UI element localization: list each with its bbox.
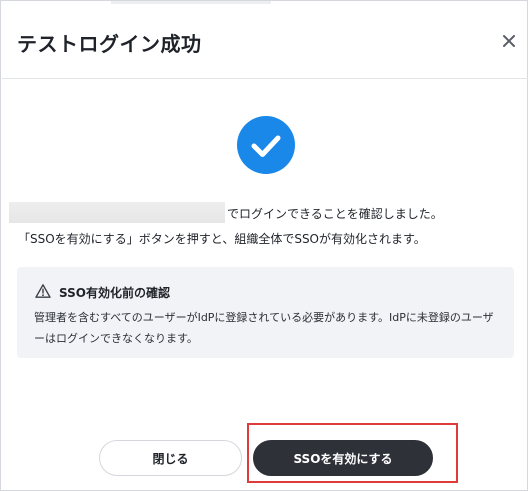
header-divider [2,78,528,79]
close-icon [503,35,515,47]
check-circle-icon [237,116,295,174]
message-line-1: でログインできることを確認しました。 [227,207,443,221]
dialog-title: テストログイン成功 [17,32,202,56]
enable-sso-button[interactable]: SSOを有効にする [253,440,433,476]
message-line-2: 「SSOを有効にする」ボタンを押すと、組織全体でSSOが有効化されます。 [18,232,426,246]
close-button[interactable] [498,30,520,52]
background-element [111,1,271,4]
dialog: テストログイン成功 でログインできることを確認しました。 「SSOを有効にする」… [0,0,528,491]
warning-icon [35,284,51,298]
close-dialog-button[interactable]: 閉じる [99,440,242,476]
notice-body: 管理者を含むすべてのユーザーがIdPに登録されている必要があります。IdPに未登… [34,311,494,345]
notice-box: SSO有効化前の確認 管理者を含むすべてのユーザーがIdPに登録されている必要が… [17,267,514,358]
redacted-text [9,202,225,223]
notice-title: SSO有効化前の確認 [59,286,170,300]
